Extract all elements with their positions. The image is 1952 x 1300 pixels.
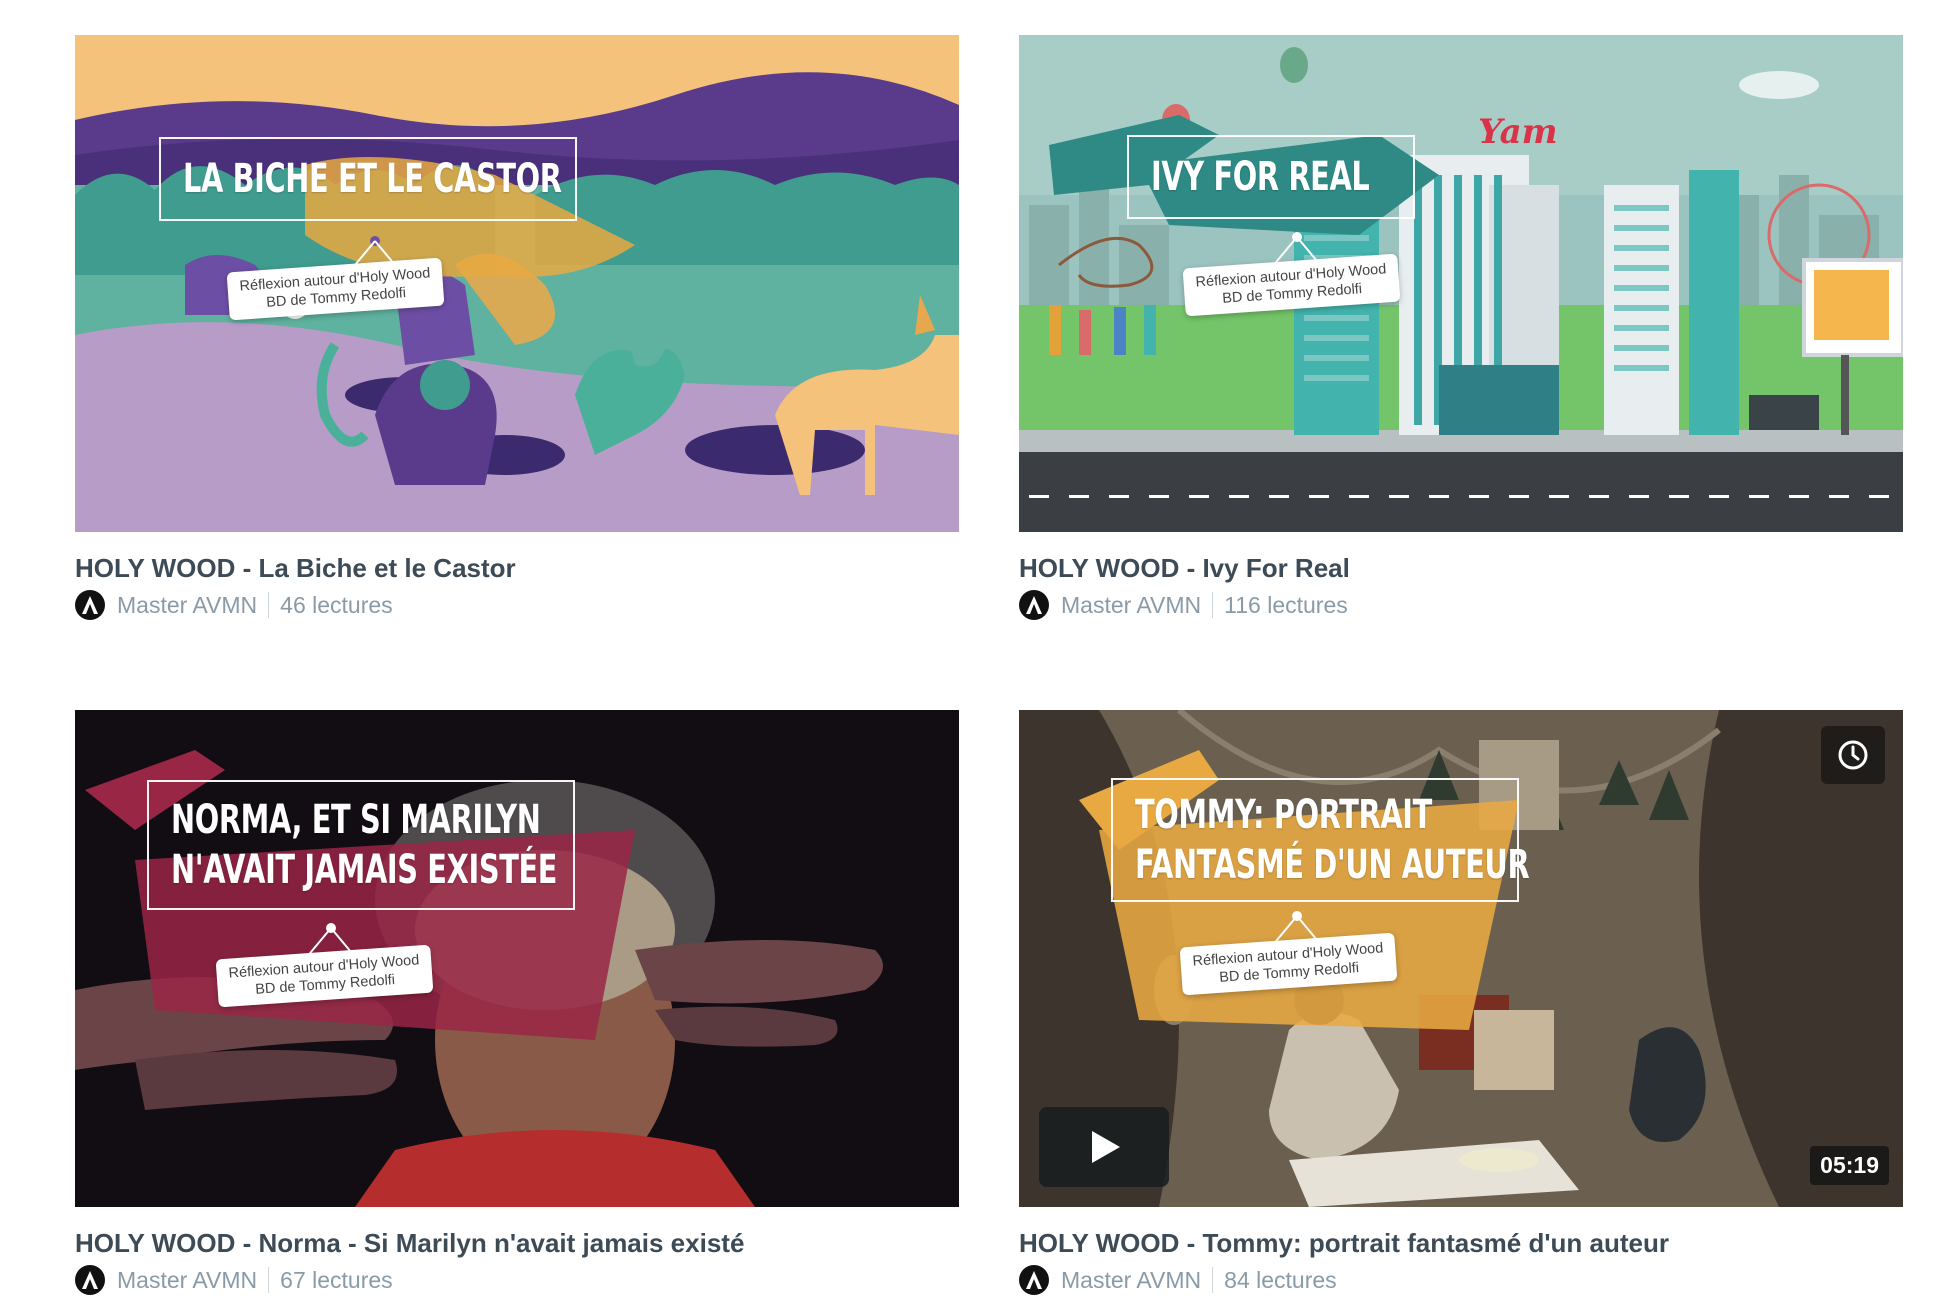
video-card: LA BICHE ET LE CASTOR Réflexion autour d… (75, 35, 959, 622)
channel-logo-icon (82, 596, 98, 614)
play-icon (1092, 1131, 1120, 1163)
channel-logo-icon (82, 1271, 98, 1289)
avatar[interactable] (75, 1265, 105, 1295)
avatar[interactable] (75, 590, 105, 620)
divider (268, 1267, 270, 1293)
divider (1212, 1267, 1214, 1293)
view-count: 67 lectures (280, 1266, 393, 1293)
video-thumbnail[interactable]: TOMMY: PORTRAIT FANTASMÉ D'UN AUTEUR Réf… (1019, 710, 1903, 1207)
channel-name[interactable]: Master AVMN (1061, 1267, 1201, 1294)
duration-badge: 05:19 (1810, 1146, 1889, 1185)
video-grid: LA BICHE ET LE CASTOR Réflexion autour d… (75, 35, 1903, 1297)
video-card: Yam IVY FOR REAL Réflexion autour d'Holy… (1019, 35, 1903, 622)
clock-icon (1838, 740, 1868, 770)
video-meta: Master AVMN 116 lectures (1019, 588, 1903, 622)
channel-name[interactable]: Master AVMN (117, 592, 257, 619)
thumbnail-title-line: LA BICHE ET LE CASTOR (183, 156, 562, 202)
video-thumbnail[interactable]: LA BICHE ET LE CASTOR Réflexion autour d… (75, 35, 959, 532)
thumbnail-title-box: NORMA, ET SI MARILYN N'AVAIT JAMAIS EXIS… (147, 780, 575, 910)
video-meta: Master AVMN 67 lectures (75, 1263, 959, 1297)
video-title[interactable]: HOLY WOOD - Ivy For Real (1019, 552, 1903, 584)
thumbnail-artwork (1019, 35, 1903, 532)
video-card: TOMMY: PORTRAIT FANTASMÉ D'UN AUTEUR Réf… (1019, 710, 1903, 1297)
video-card: NORMA, ET SI MARILYN N'AVAIT JAMAIS EXIS… (75, 710, 959, 1297)
video-title[interactable]: HOLY WOOD - Norma - Si Marilyn n'avait j… (75, 1227, 959, 1259)
channel-name[interactable]: Master AVMN (1061, 592, 1201, 619)
avatar[interactable] (1019, 590, 1049, 620)
avatar[interactable] (1019, 1265, 1049, 1295)
play-button[interactable] (1039, 1107, 1169, 1187)
divider (268, 592, 270, 618)
divider (1212, 592, 1214, 618)
channel-name[interactable]: Master AVMN (117, 1267, 257, 1294)
view-count: 116 lectures (1224, 591, 1348, 618)
thumbnail-title-line: NORMA, ET SI MARILYN (171, 797, 541, 843)
thumbnail-title-line: IVY FOR REAL (1151, 154, 1370, 200)
video-title[interactable]: HOLY WOOD - Tommy: portrait fantasmé d'u… (1019, 1227, 1903, 1259)
watch-later-button[interactable] (1821, 726, 1885, 784)
thumbnail-title-line: TOMMY: PORTRAIT (1135, 792, 1432, 838)
billboard-text: Yam (1478, 112, 1558, 152)
yam-logo: Yam (1478, 112, 1558, 152)
channel-logo-icon (1026, 596, 1042, 614)
video-thumbnail[interactable]: Yam IVY FOR REAL Réflexion autour d'Holy… (1019, 35, 1903, 532)
video-meta: Master AVMN 46 lectures (75, 588, 959, 622)
view-count: 46 lectures (280, 591, 393, 618)
thumbnail-title-box: LA BICHE ET LE CASTOR (159, 137, 577, 221)
thumbnail-title-line: FANTASMÉ D'UN AUTEUR (1135, 842, 1530, 888)
thumbnail-title-box: IVY FOR REAL (1127, 135, 1415, 219)
thumbnail-artwork (75, 35, 959, 532)
video-thumbnail[interactable]: NORMA, ET SI MARILYN N'AVAIT JAMAIS EXIS… (75, 710, 959, 1207)
thumbnail-title-box: TOMMY: PORTRAIT FANTASMÉ D'UN AUTEUR (1111, 778, 1530, 902)
video-meta: Master AVMN 84 lectures (1019, 1263, 1903, 1297)
channel-logo-icon (1026, 1271, 1042, 1289)
thumbnail-title-line: N'AVAIT JAMAIS EXISTÉE (171, 847, 558, 893)
view-count: 84 lectures (1224, 1266, 1337, 1293)
video-title[interactable]: HOLY WOOD - La Biche et le Castor (75, 552, 959, 584)
